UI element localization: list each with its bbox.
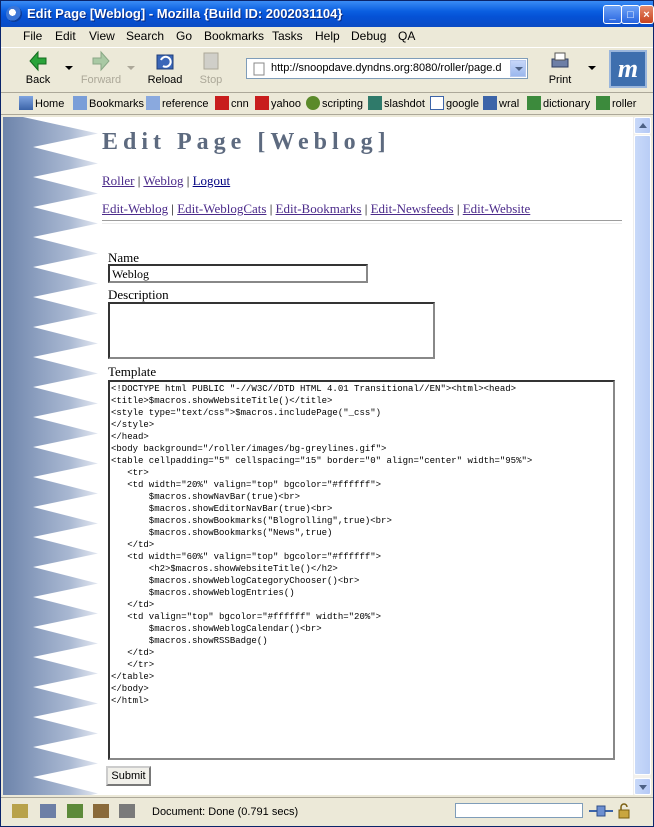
bookmark-slashdot[interactable]: slashdot [368, 96, 425, 110]
security-lock-icon[interactable] [617, 803, 631, 819]
window-title: Edit Page [Weblog] - Mozilla {Build ID: … [27, 6, 343, 21]
template-textarea[interactable]: <!DOCTYPE html PUBLIC "-//W3C//DTD HTML … [108, 380, 615, 760]
back-button[interactable]: Back [15, 50, 61, 90]
minimize-button[interactable]: _ [603, 5, 622, 24]
menu-qa[interactable]: QA [398, 29, 415, 43]
submit-button[interactable]: Submit [106, 766, 151, 786]
menu-help[interactable]: Help [315, 29, 340, 43]
mozilla-throbber-logo[interactable]: m [609, 50, 647, 88]
bookmark-google[interactable]: google [430, 96, 479, 110]
bookmark-reference[interactable]: reference [146, 96, 208, 110]
back-dropdown-icon[interactable] [65, 66, 73, 70]
bookmark-bookmarks[interactable]: Bookmarks [73, 96, 144, 110]
folder-icon [146, 96, 160, 110]
menu-view[interactable]: View [89, 29, 115, 43]
forward-dropdown-icon[interactable] [127, 66, 135, 70]
reload-button[interactable]: Reload [142, 50, 188, 90]
menu-file[interactable]: File [23, 29, 42, 43]
subnav-edit-bookmarks[interactable]: Edit-Bookmarks [276, 201, 362, 216]
bookmark-wral[interactable]: wral [483, 96, 519, 110]
cnn-icon [215, 96, 229, 110]
subnav-edit-weblogcats[interactable]: Edit-WeblogCats [177, 201, 266, 216]
online-plug-icon[interactable] [589, 804, 613, 818]
subnav-edit-newsfeeds[interactable]: Edit-Newsfeeds [371, 201, 454, 216]
close-button[interactable]: × [639, 5, 654, 24]
subnav-edit-weblog[interactable]: Edit-Weblog [102, 201, 168, 216]
template-label: Template [108, 364, 157, 379]
printer-icon [551, 52, 569, 68]
nav-logout-link[interactable]: Logout [193, 173, 231, 188]
name-input[interactable]: Weblog [108, 264, 368, 283]
nav-roller-link[interactable]: Roller [102, 173, 135, 188]
bookmarks-icon [73, 96, 87, 110]
url-bar[interactable]: http://snoopdave.dyndns.org:8080/roller/… [246, 58, 528, 79]
divider [102, 220, 622, 224]
print-dropdown-icon[interactable] [588, 66, 596, 70]
menu-edit[interactable]: Edit [55, 29, 76, 43]
slashdot-icon [368, 96, 382, 110]
personal-toolbar: Home Bookmarks reference cnn yahoo scrip… [1, 92, 653, 115]
status-text: Document: Done (0.791 secs) [152, 806, 299, 818]
bookmark-cnn[interactable]: cnn [215, 96, 249, 110]
navigator-icon[interactable] [12, 804, 28, 818]
vertical-scrollbar[interactable] [633, 117, 651, 795]
address-book-icon[interactable] [93, 804, 109, 818]
back-arrow-icon [29, 50, 47, 72]
yahoo-icon [255, 96, 269, 110]
bookmark-roller[interactable]: roller [596, 96, 636, 110]
main-nav: Roller | Weblog | Logout [102, 173, 231, 188]
title-bar: Edit Page [Weblog] - Mozilla {Build ID: … [1, 1, 654, 27]
menu-go[interactable]: Go [176, 29, 192, 43]
url-dropdown-icon[interactable] [510, 60, 526, 77]
home-icon [19, 96, 33, 110]
description-textarea[interactable] [108, 302, 435, 359]
tree-icon [306, 96, 320, 110]
scroll-down-button[interactable] [634, 778, 651, 795]
mail-icon[interactable] [40, 804, 56, 818]
bookmark-scripting[interactable]: scripting [306, 96, 363, 110]
decorative-spike-border [3, 117, 98, 795]
google-icon [430, 96, 444, 110]
url-input[interactable]: http://snoopdave.dyndns.org:8080/roller/… [271, 62, 511, 74]
print-button[interactable]: Print [537, 50, 583, 90]
forward-button[interactable]: Forward [78, 50, 124, 90]
subnav-edit-website[interactable]: Edit-Website [463, 201, 531, 216]
menu-bookmarks[interactable]: Bookmarks [204, 29, 264, 43]
chatzilla-icon[interactable] [119, 804, 135, 818]
bookmark-dictionary[interactable]: dictionary [527, 96, 590, 110]
nav-weblog-link[interactable]: Weblog [143, 173, 183, 188]
stop-button[interactable]: Stop [188, 50, 234, 90]
page-icon [253, 62, 265, 76]
page-content: Edit Page [Weblog] Roller | Weblog | Log… [3, 117, 633, 795]
menu-tasks[interactable]: Tasks [272, 29, 303, 43]
scroll-up-button[interactable] [634, 117, 651, 134]
page-title: Edit Page [Weblog] [102, 129, 391, 155]
progress-bar [455, 803, 583, 818]
stop-icon [203, 52, 219, 70]
composer-icon[interactable] [67, 804, 83, 818]
menu-debug[interactable]: Debug [351, 29, 386, 43]
mozilla-icon [6, 6, 22, 22]
description-label: Description [108, 287, 169, 302]
status-bar: Document: Done (0.791 secs) [1, 797, 653, 827]
pen-icon [527, 96, 541, 110]
reload-icon [156, 54, 174, 70]
menu-bar: File Edit View Search Go Bookmarks Tasks… [1, 27, 653, 46]
maximize-button[interactable]: □ [621, 5, 640, 24]
forward-arrow-icon [92, 50, 110, 72]
scroll-thumb[interactable] [634, 135, 651, 775]
wral-icon [483, 96, 497, 110]
bookmark-yahoo[interactable]: yahoo [255, 96, 301, 110]
pen-icon [596, 96, 610, 110]
menu-search[interactable]: Search [126, 29, 164, 43]
browser-window: Edit Page [Weblog] - Mozilla {Build ID: … [0, 0, 654, 827]
bookmark-home[interactable]: Home [19, 96, 64, 110]
edit-subnav: Edit-Weblog | Edit-WeblogCats | Edit-Boo… [102, 201, 531, 216]
